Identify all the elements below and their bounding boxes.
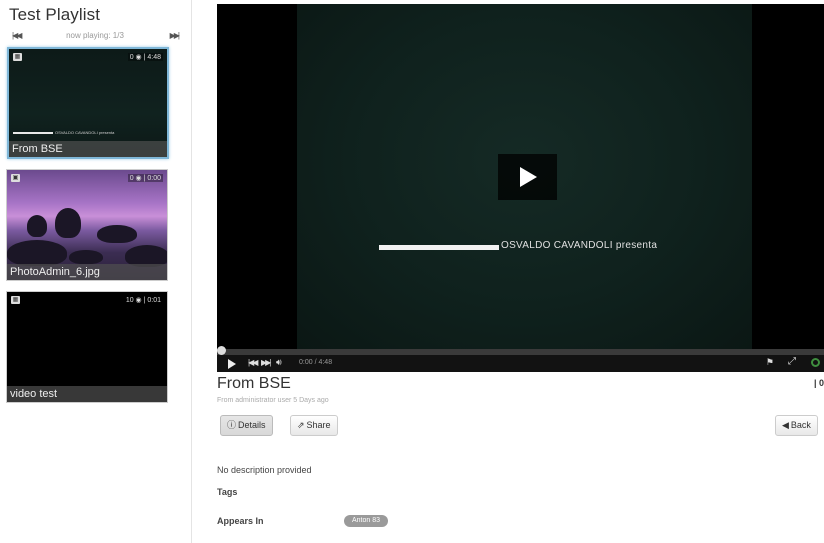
volume-icon[interactable]: 🔊︎ (276, 357, 282, 368)
share-button[interactable]: ⇗ Share (290, 415, 338, 436)
playlist-item[interactable]: OSVALDO CAVANDOLI presenta ▦ 0 ◉ | 4:48 … (7, 47, 169, 159)
details-label: Details (238, 420, 266, 430)
view-counter: | 0 (813, 378, 824, 388)
video-title: From BSE (217, 375, 291, 392)
item-stats: 10 ◉ | 0:01 (123, 296, 163, 304)
playlist-nav: |◀◀ now playing: 1/3 ▶▶| (9, 30, 181, 42)
back-button[interactable]: ◀ Back (775, 415, 818, 436)
flag-icon[interactable]: ⚑ (766, 357, 774, 368)
appears-in-chip[interactable]: Anton 83 (344, 515, 389, 527)
playlist-title: Test Playlist (9, 5, 101, 24)
appears-in-label: Appears In (217, 516, 264, 526)
info-icon: ⓘ (227, 420, 237, 430)
thumbnail-overlay-line (13, 132, 53, 134)
description: No description provided (217, 465, 312, 475)
item-stats: 0 ◉ | 4:48 (127, 53, 163, 61)
fullscreen-icon[interactable]: ⤢ (788, 356, 796, 367)
video-type-icon: ▦ (13, 53, 22, 61)
playlist-items: OSVALDO CAVANDOLI presenta ▦ 0 ◉ | 4:48 … (6, 46, 176, 413)
video-meta: From administrator user 5 Days ago (217, 397, 329, 404)
share-label: Share (306, 420, 331, 430)
item-caption: video test (7, 386, 167, 402)
item-caption: From BSE (9, 141, 167, 157)
skip-next-icon[interactable]: ▶▶| (261, 358, 271, 367)
image-type-icon: ▣ (11, 174, 20, 182)
video-type-icon: ▦ (11, 296, 20, 304)
skip-next-icon[interactable]: ▶▶| (170, 31, 180, 40)
player-controls: |◀◀ ▶▶| 🔊︎ 0:00 / 4:48 ⚑ ⤢ (217, 355, 824, 372)
item-caption: PhotoAdmin_6.jpg (7, 264, 167, 280)
playlist-sidebar: Test Playlist |◀◀ now playing: 1/3 ▶▶| O… (0, 0, 192, 543)
play-button[interactable] (498, 154, 557, 200)
video-overlay-text: OSVALDO CAVANDOLI presenta (501, 240, 658, 251)
video-player[interactable]: OSVALDO CAVANDOLI presenta |◀◀ ▶▶| 🔊︎ 0:… (217, 4, 824, 372)
video-overlay-line (379, 245, 499, 250)
play-icon[interactable] (228, 359, 236, 369)
skip-previous-icon[interactable]: |◀◀ (248, 358, 258, 367)
share-icon: ⇗ (297, 420, 305, 430)
tags-label: Tags (217, 487, 238, 497)
play-icon (520, 167, 537, 187)
arrow-left-icon: ◀ (782, 420, 789, 430)
progress-handle[interactable] (217, 346, 226, 355)
playlist-item[interactable]: ▣ 0 ◉ | 0:00 PhotoAdmin_6.jpg (6, 169, 168, 281)
time-display: 0:00 / 4:48 (299, 359, 333, 366)
details-button[interactable]: ⓘ Details (220, 415, 273, 436)
quality-icon[interactable] (811, 358, 820, 367)
playlist-item[interactable]: ▦ 10 ◉ | 0:01 video test (6, 291, 168, 403)
thumbnail-overlay-text: OSVALDO CAVANDOLI presenta (55, 130, 115, 135)
back-label: Back (790, 420, 811, 430)
item-stats: 0 ◉ | 0:00 (127, 174, 163, 182)
now-playing-label: now playing: 1/3 (66, 31, 124, 40)
